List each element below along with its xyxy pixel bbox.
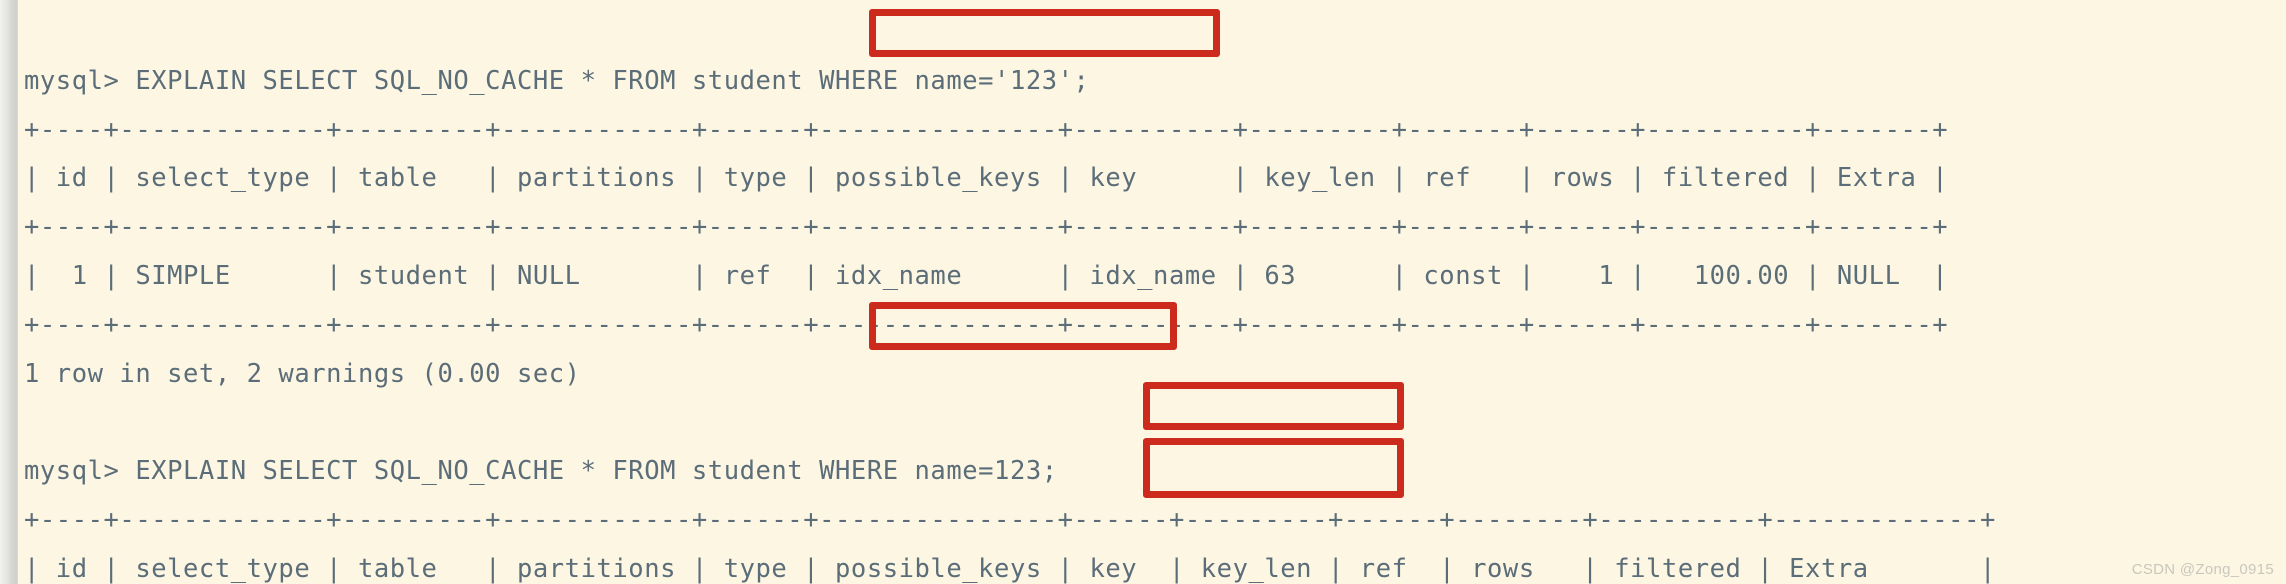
csdn-watermark: CSDN @Zong_0915 — [2131, 561, 2274, 578]
separator-bottom-1: +----+-------------+---------+----------… — [24, 309, 1949, 340]
command-line-1: mysql> EXPLAIN SELECT SQL_NO_CACHE * FRO… — [24, 65, 1090, 96]
editor-gutter-bar — [0, 0, 18, 584]
status-line-1: 1 row in set, 2 warnings (0.00 sec) — [24, 358, 581, 389]
mysql-terminal-output: mysql> EXPLAIN SELECT SQL_NO_CACHE * FRO… — [0, 0, 2286, 584]
separator-mid-1: +----+-------------+---------+----------… — [24, 212, 1949, 243]
table-header-1: | id | select_type | table | partitions … — [24, 163, 1949, 194]
separator-top-2: +----+-------------+---------+----------… — [24, 504, 1996, 535]
table-header-2: | id | select_type | table | partitions … — [24, 553, 1996, 584]
separator-top-1: +----+-------------+---------+----------… — [24, 114, 1949, 145]
command-line-2: mysql> EXPLAIN SELECT SQL_NO_CACHE * FRO… — [24, 456, 1058, 487]
table-row-1: | 1 | SIMPLE | student | NULL | ref | id… — [24, 260, 1949, 291]
console-text: mysql> EXPLAIN SELECT SQL_NO_CACHE * FRO… — [24, 0, 2274, 584]
